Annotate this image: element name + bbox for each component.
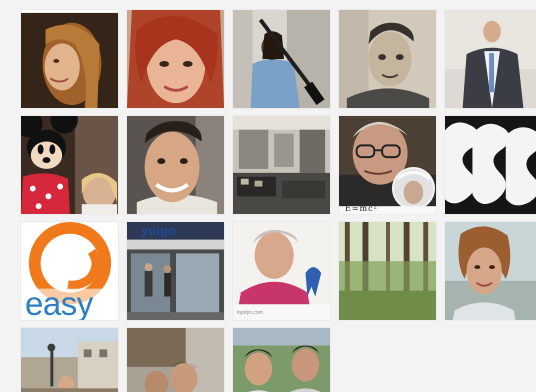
photo-tile-man-camera-pole[interactable] — [232, 9, 331, 109]
photo-man-camera-pole — [233, 10, 330, 108]
photo-woman-blonde — [21, 10, 118, 108]
photo-tile-woman-blonde[interactable] — [20, 9, 119, 109]
photo-people-outdoor — [127, 328, 224, 392]
photo-tile-older-man-suit[interactable] — [444, 9, 536, 109]
graphic-ss-lettering — [445, 116, 536, 214]
photo-gallery-page: E=mc² easy yoigo topdyn.com — [0, 0, 536, 392]
photo-older-man-glasses — [339, 116, 436, 214]
photo-tile-forest[interactable] — [338, 221, 437, 321]
photo-boy-portrait — [339, 10, 436, 108]
photo-tile-older-man-glasses[interactable]: E=mc² — [338, 115, 437, 215]
photo-tile-shop-interior[interactable] — [232, 115, 331, 215]
photo-minnie-mouse — [21, 116, 118, 214]
photo-grid: E=mc² easy yoigo topdyn.com — [20, 9, 536, 392]
photo-tile-easy-logo[interactable]: easy — [20, 221, 119, 321]
photo-tile-ss-lettering[interactable] — [444, 115, 536, 215]
photo-tile-boy-portrait[interactable] — [338, 9, 437, 109]
photo-tile-smiling-man[interactable] — [126, 115, 225, 215]
photo-street-buildings — [21, 328, 118, 392]
easy-logo-mark — [21, 222, 118, 320]
photo-two-men — [233, 328, 330, 392]
photo-tile-woman-ribbon[interactable]: topdyn.com — [232, 221, 331, 321]
photo-woman-ribbon — [233, 222, 330, 320]
photo-older-man-suit — [445, 10, 536, 108]
photo-tile-minnie-mouse[interactable] — [20, 115, 119, 215]
photo-woman-red-hair — [127, 10, 224, 108]
photo-forest — [339, 222, 436, 320]
photo-tile-people-outdoor[interactable] — [126, 327, 225, 392]
photo-smiling-man — [127, 116, 224, 214]
photo-tile-woman-red-hair[interactable] — [126, 9, 225, 109]
photo-shop-interior — [233, 116, 330, 214]
photo-tile-street-buildings[interactable] — [20, 327, 119, 392]
photo-tile-yoigo-storefront[interactable]: yoigo — [126, 221, 225, 321]
photo-woman-outdoors — [445, 222, 536, 320]
photo-yoigo-storefront — [127, 222, 224, 320]
photo-tile-two-men[interactable] — [232, 327, 331, 392]
photo-tile-woman-outdoors[interactable] — [444, 221, 536, 321]
